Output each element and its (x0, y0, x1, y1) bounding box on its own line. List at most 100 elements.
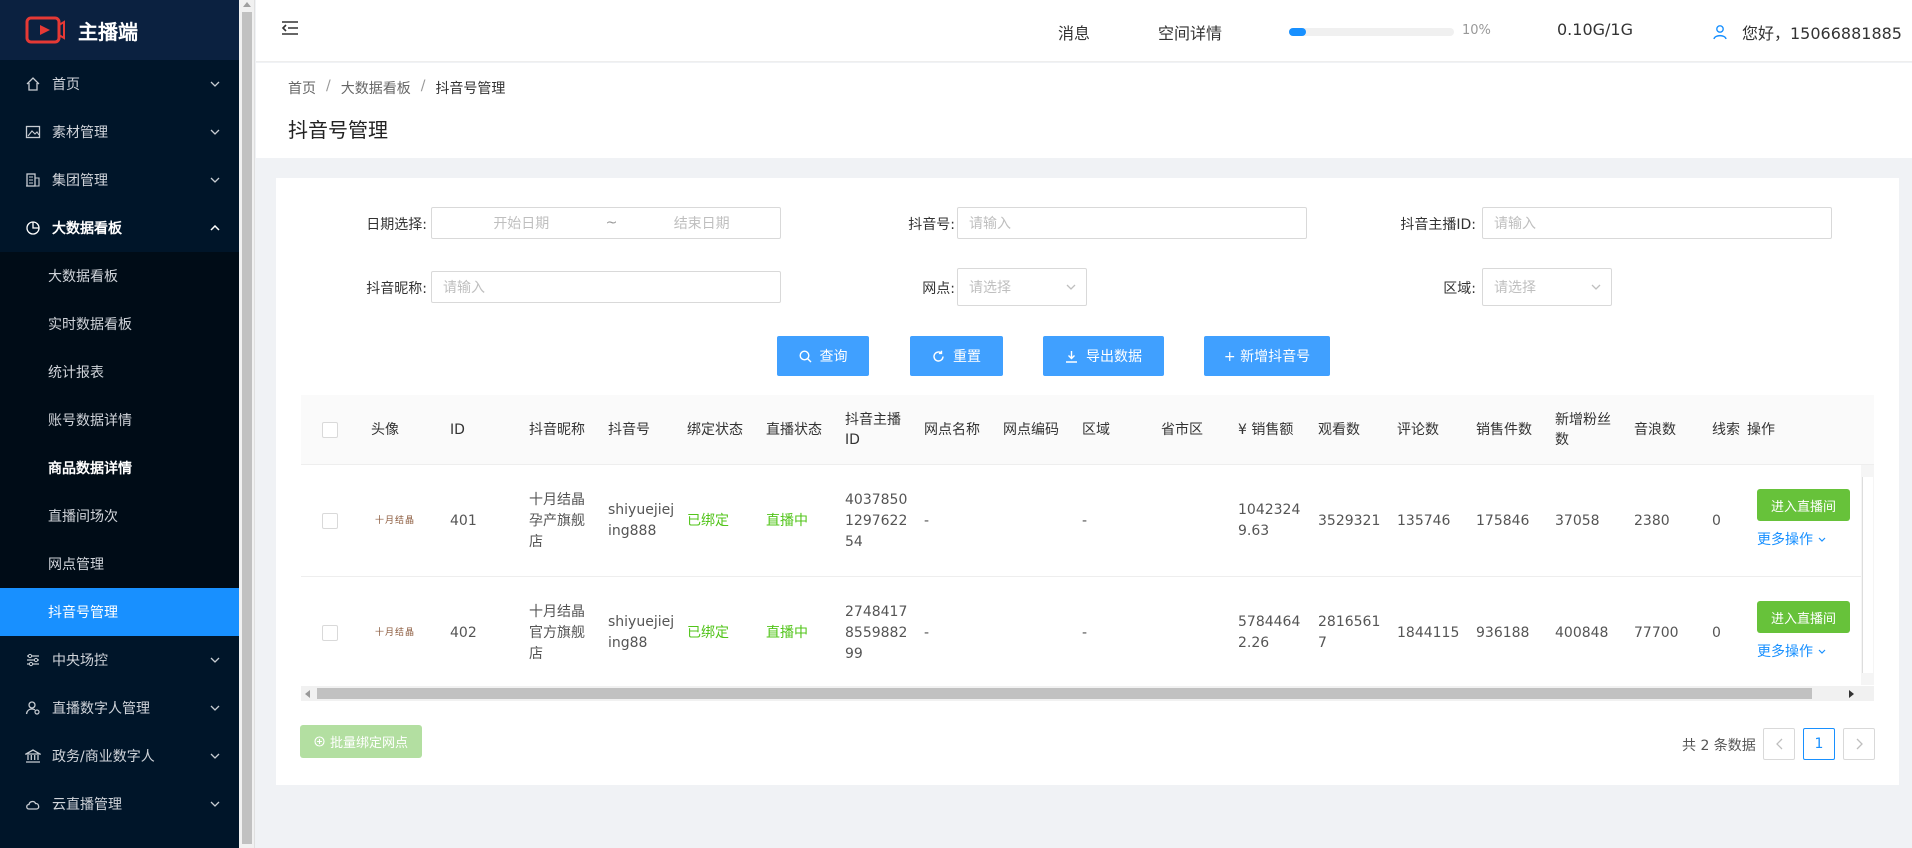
date-start-input[interactable]: 开始日期 (443, 213, 600, 233)
sidebar-item-materials[interactable]: 素材管理 (0, 108, 239, 156)
user-greeting: 您好，15066881885 (1742, 24, 1902, 43)
sidebar-subitem-realtime[interactable]: 实时数据看板 (0, 300, 239, 348)
sidebar-item-label: 商品数据详情 (48, 461, 132, 477)
sidebar-subitem-account-data[interactable]: 账号数据详情 (0, 396, 239, 444)
reset-button[interactable]: 重置 (910, 336, 1003, 376)
region-label: 区域: (1443, 281, 1476, 297)
date-filter-label: 日期选择: (366, 217, 427, 233)
row-checkbox[interactable] (322, 513, 338, 529)
messages-link[interactable]: 消息 (1058, 20, 1090, 44)
sidebar-item-group[interactable]: 集团管理 (0, 156, 239, 204)
scrollbar-thumb[interactable] (317, 688, 1812, 699)
select-all-checkbox[interactable] (322, 422, 338, 438)
sidebar-item-bigdata[interactable]: 大数据看板 (0, 204, 239, 252)
video-play-icon (25, 16, 65, 44)
row-leads: 0 (1712, 624, 1721, 641)
menu-fold-icon[interactable] (280, 18, 300, 38)
nickname-input[interactable]: 请输入 (431, 271, 781, 303)
sidebar-subitem-douyin-accounts[interactable]: 抖音号管理 (0, 588, 239, 636)
scroll-left-icon[interactable] (305, 690, 310, 698)
row-branch-name: - (924, 512, 930, 529)
chevron-down-icon (1818, 537, 1826, 542)
select-all-cell (322, 395, 338, 465)
export-button[interactable]: 导出数据 (1043, 336, 1164, 376)
space-detail-link[interactable]: 空间详情 (1158, 20, 1222, 44)
chevron-down-icon (209, 174, 221, 186)
page-number-button[interactable]: 1 (1803, 728, 1835, 760)
th-branch-code: 网点编码 (1003, 422, 1059, 438)
sidebar-subitem-report[interactable]: 统计报表 (0, 348, 239, 396)
sidebar-item-digital-human[interactable]: 直播数字人管理 (0, 684, 239, 732)
anchor-id-line: 99 (845, 645, 863, 662)
user-gear-icon (24, 699, 42, 717)
batch-bind-branch-label: 批量绑定网点 (329, 736, 408, 751)
sidebar-item-central-control[interactable]: 中央场控 (0, 636, 239, 684)
enter-live-room-button[interactable]: 进入直播间 (1757, 489, 1850, 521)
anchor-id-input[interactable]: 请输入 (1482, 207, 1832, 239)
prev-page-button[interactable] (1763, 728, 1795, 760)
douyin-account-input[interactable]: 请输入 (957, 207, 1307, 239)
query-button[interactable]: 查询 (777, 336, 869, 376)
breadcrumb-parent[interactable]: 大数据看板 (341, 78, 411, 98)
sidebar-subitem-live-sessions[interactable]: 直播间场次 (0, 492, 239, 540)
th-leads: 线索 (1712, 422, 1740, 438)
table-horizontal-scrollbar[interactable] (301, 686, 1874, 701)
scroll-right-icon[interactable] (1849, 690, 1854, 698)
scrollbar-thumb[interactable] (242, 12, 252, 844)
sidebar-subitem-product-data[interactable]: 商品数据详情 (0, 444, 239, 492)
more-actions-link[interactable]: 更多操作 (1757, 641, 1826, 661)
sidebar-item-label: 账号数据详情 (48, 413, 132, 429)
sidebar-subitem-bigdata[interactable]: 大数据看板 (0, 252, 239, 300)
more-actions-link[interactable]: 更多操作 (1757, 529, 1826, 549)
table-row: 十月结晶 401 十月结晶 孕产旗舰 店 shiyuejiej ing888 已… (301, 465, 1861, 577)
more-actions-label: 更多操作 (1757, 644, 1813, 660)
add-account-button[interactable]: + 新增抖音号 (1204, 336, 1330, 376)
sidebar-item-label: 直播数字人管理 (52, 701, 150, 717)
views-line: 7 (1318, 635, 1327, 651)
th-live-status: 直播状态 (766, 422, 822, 438)
user-info[interactable]: 您好，15066881885 (1712, 20, 1902, 44)
sidebar-item-label: 大数据看板 (52, 221, 122, 237)
app-logo[interactable]: 主播端 (0, 0, 239, 60)
sidebar-scrollbar[interactable] (239, 0, 255, 848)
sidebar-subitem-branches[interactable]: 网点管理 (0, 540, 239, 588)
account-line: ing888 (608, 523, 657, 539)
region-select-value: 请选择 (1494, 280, 1536, 296)
row-select-cell (322, 465, 338, 577)
views-line: 2816561 (1318, 614, 1381, 630)
anchor-id-line: 8559882 (845, 624, 908, 641)
storage-usage: 0.10G/1G (1557, 20, 1633, 39)
sidebar-item-label: 大数据看板 (48, 269, 118, 285)
row-nickname: 十月结晶 孕产旗舰 店 (529, 465, 585, 577)
batch-bind-branch-button[interactable]: 批量绑定网点 (300, 725, 422, 758)
sidebar-item-label: 政务/商业数字人 (52, 749, 155, 765)
top-header: 消息 空间详情 10% 0.10G/1G 您好，15066881885 (256, 0, 1912, 62)
chevron-right-icon (1856, 738, 1863, 750)
row-live-status: 直播中 (766, 624, 808, 641)
sidebar-item-home[interactable]: 首页 (0, 60, 239, 108)
more-actions-label: 更多操作 (1757, 532, 1813, 548)
sidebar-item-cloud-live[interactable]: 云直播管理 (0, 780, 239, 828)
region-select[interactable]: 请选择 (1482, 268, 1612, 306)
table-vertical-scrollbar[interactable] (1861, 465, 1874, 685)
breadcrumb-home[interactable]: 首页 (288, 78, 316, 98)
account-line: shiyuejiej (608, 614, 675, 630)
date-range-picker[interactable]: 开始日期 ~ 结束日期 (431, 207, 781, 239)
sidebar-item-label: 云直播管理 (52, 797, 122, 813)
sales-line: 2.26 (1238, 635, 1270, 651)
scrollbar-thumb[interactable] (1862, 477, 1873, 673)
scroll-up-icon[interactable] (243, 2, 251, 7)
row-checkbox[interactable] (322, 625, 338, 641)
chevron-down-icon (209, 750, 221, 762)
th-id: ID (450, 422, 465, 438)
th-account: 抖音号 (608, 422, 650, 438)
branch-select[interactable]: 请选择 (957, 268, 1087, 306)
anchor-id-line: 1297622 (845, 512, 908, 529)
storage-progress-text: 10% (1462, 23, 1491, 38)
next-page-button[interactable] (1843, 728, 1875, 760)
row-comments: 1844115 (1397, 624, 1460, 641)
chevron-down-icon (209, 702, 221, 714)
sidebar-item-gov-digital-human[interactable]: 政务/商业数字人 (0, 732, 239, 780)
date-end-input[interactable]: 结束日期 (623, 213, 780, 233)
enter-live-room-button[interactable]: 进入直播间 (1757, 601, 1850, 633)
